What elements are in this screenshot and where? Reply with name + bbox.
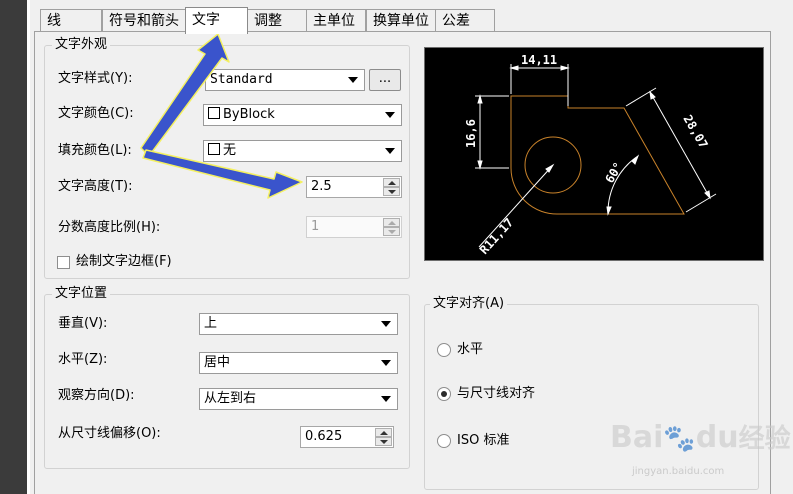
tab-text-label: 文字 [192, 12, 220, 28]
watermark-url: jingyan.baidu.com [632, 466, 725, 477]
annotation-arrow-icon [140, 33, 230, 157]
annotation-arrows [140, 33, 303, 199]
baidu-watermark-logo: Bai🐾du经验 [610, 422, 791, 455]
annotation-arrow-icon [142, 149, 303, 199]
tab-text[interactable]: 文字 [185, 7, 248, 34]
watermark-brand2: du [695, 420, 739, 455]
watermark-brand: Bai [610, 420, 664, 455]
paw-icon: 🐾 [663, 424, 696, 454]
watermark-brand3: 经验 [738, 424, 791, 454]
